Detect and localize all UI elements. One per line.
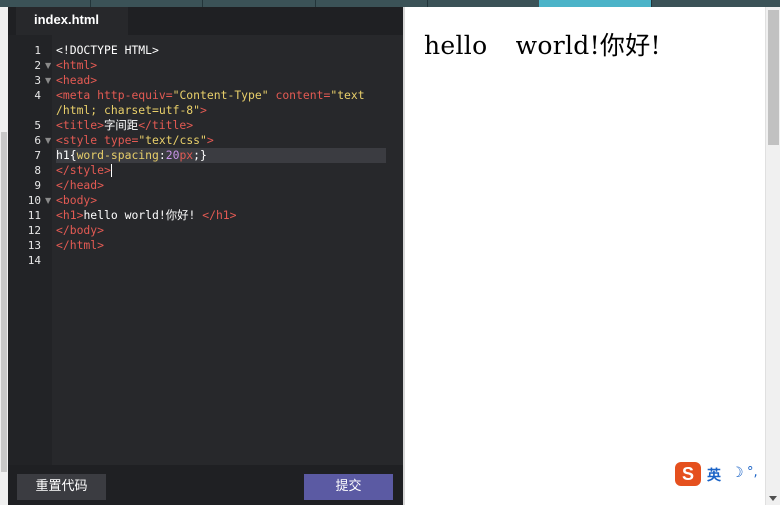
code-line[interactable]: <!DOCTYPE HTML> bbox=[56, 43, 159, 58]
line-number: 8 bbox=[34, 164, 41, 177]
top-strip-segment[interactable] bbox=[0, 0, 91, 7]
code-line[interactable]: </style> bbox=[56, 163, 112, 178]
code-token: </h1> bbox=[202, 208, 237, 222]
top-strip-segment[interactable] bbox=[651, 0, 780, 7]
ime-language-toggle[interactable]: 英 bbox=[707, 465, 721, 485]
code-token: ;} bbox=[193, 148, 207, 162]
fold-arrow-icon[interactable]: ▼ bbox=[45, 133, 51, 148]
line-number-gutter: 1 2 ▼ 3 ▼ 4 5 6 ▼ 7 8 9 10 ▼ 11 12 13 14 bbox=[8, 35, 52, 465]
file-tab-index-html[interactable]: index.html bbox=[16, 7, 128, 35]
line-number: 4 bbox=[34, 89, 41, 102]
code-token: "text/css" bbox=[138, 133, 207, 147]
code-line[interactable]: /html; charset=utf-8"> bbox=[56, 103, 207, 118]
code-token: http-equiv= bbox=[97, 88, 173, 102]
code-line[interactable]: <title>字间距</title> bbox=[56, 118, 193, 133]
line-number: 14 bbox=[27, 254, 41, 267]
code-token: > bbox=[200, 103, 207, 117]
code-token: hello world!你好! bbox=[83, 208, 203, 222]
code-line[interactable]: h1{word-spacing:20px;} bbox=[56, 148, 386, 163]
code-line[interactable]: <meta http-equiv="Content-Type" content=… bbox=[56, 88, 365, 103]
code-line[interactable]: <style type="text/css"> bbox=[56, 133, 214, 148]
code-line[interactable]: </html> bbox=[56, 238, 104, 253]
code-token: <html> bbox=[56, 58, 98, 72]
preview-heading: hello world!你好! bbox=[424, 31, 661, 60]
code-token: "Content-Type" bbox=[172, 88, 269, 102]
code-editor: index.html 1 2 ▼ 3 ▼ 4 5 6 ▼ 7 8 9 10 ▼ 11 12 13 14 <!DOC… bbox=[8, 7, 403, 505]
line-number: 13 bbox=[27, 239, 41, 252]
line-number: 2 bbox=[34, 59, 41, 72]
code-token: <title> bbox=[56, 118, 105, 132]
line-number: 6 bbox=[34, 134, 41, 147]
line-number: 12 bbox=[27, 224, 41, 237]
line-number: 10 bbox=[27, 194, 41, 207]
code-token: : bbox=[158, 148, 166, 162]
top-strip-segment[interactable] bbox=[90, 0, 203, 7]
top-strip-segment-active[interactable] bbox=[539, 0, 652, 7]
preview-scrollbar[interactable] bbox=[765, 7, 780, 505]
code-token: <h1> bbox=[56, 208, 84, 222]
line-number: 9 bbox=[34, 179, 41, 192]
line-number: 5 bbox=[34, 119, 41, 132]
code-token: <body> bbox=[56, 193, 98, 207]
code-token: 20 bbox=[165, 148, 180, 162]
code-token: </head> bbox=[56, 178, 105, 192]
preview-pane: hello world!你好! bbox=[405, 7, 765, 505]
code-token: </style> bbox=[56, 163, 111, 177]
punctuation-icon[interactable]: °, bbox=[747, 465, 758, 480]
text-cursor bbox=[110, 164, 112, 177]
editor-footer: 重置代码 提交 bbox=[8, 465, 403, 505]
code-token: px bbox=[179, 148, 194, 162]
line-number: 7 bbox=[34, 149, 41, 162]
sogou-logo-icon[interactable]: S bbox=[675, 462, 701, 486]
reset-code-button[interactable]: 重置代码 bbox=[17, 474, 106, 500]
editor-tab-bar: index.html bbox=[8, 7, 403, 35]
ime-toolbar[interactable]: S 英 ☽ °, bbox=[673, 460, 765, 490]
code-token: </html> bbox=[56, 238, 105, 252]
code-line[interactable]: <body> bbox=[56, 193, 97, 208]
fold-arrow-icon[interactable]: ▼ bbox=[45, 193, 51, 208]
line-number: 11 bbox=[27, 209, 41, 222]
code-line[interactable]: </head> bbox=[56, 178, 104, 193]
code-token: <meta bbox=[56, 88, 98, 102]
code-line[interactable]: </body> bbox=[56, 223, 104, 238]
line-number: 1 bbox=[34, 44, 41, 57]
moon-icon[interactable]: ☽ bbox=[731, 465, 744, 481]
submit-button[interactable]: 提交 bbox=[304, 474, 393, 500]
code-token: </body> bbox=[56, 223, 105, 237]
top-strip-segment[interactable] bbox=[315, 0, 428, 7]
top-strip-segment[interactable] bbox=[427, 0, 540, 7]
code-token: <style bbox=[56, 133, 105, 147]
top-strip-segment[interactable] bbox=[202, 0, 316, 7]
fold-arrow-icon[interactable]: ▼ bbox=[45, 73, 51, 88]
fold-arrow-icon[interactable]: ▼ bbox=[45, 58, 51, 73]
top-tab-strip bbox=[0, 0, 780, 7]
code-token: "text bbox=[330, 88, 365, 102]
code-token: <!DOCTYPE HTML> bbox=[56, 43, 159, 57]
scroll-down-arrow-icon[interactable] bbox=[769, 496, 777, 501]
code-token: h1{ bbox=[56, 148, 77, 162]
code-token: type= bbox=[104, 133, 139, 147]
code-token: <head> bbox=[56, 73, 98, 87]
line-number: 3 bbox=[34, 74, 41, 87]
preview-scrollbar-thumb[interactable] bbox=[768, 10, 779, 145]
code-token: 字间距 bbox=[104, 118, 139, 132]
code-line[interactable]: <h1>hello world!你好! </h1> bbox=[56, 208, 237, 223]
page-scrollbar-thumb[interactable] bbox=[1, 132, 7, 472]
code-token: > bbox=[206, 133, 214, 147]
code-token: /html; charset=utf-8" bbox=[56, 103, 201, 117]
code-token: word-spacing bbox=[76, 148, 159, 162]
code-line[interactable]: <html> bbox=[56, 58, 97, 73]
code-line[interactable]: <head> bbox=[56, 73, 97, 88]
code-token: content= bbox=[268, 88, 331, 102]
code-token: </title> bbox=[138, 118, 194, 132]
